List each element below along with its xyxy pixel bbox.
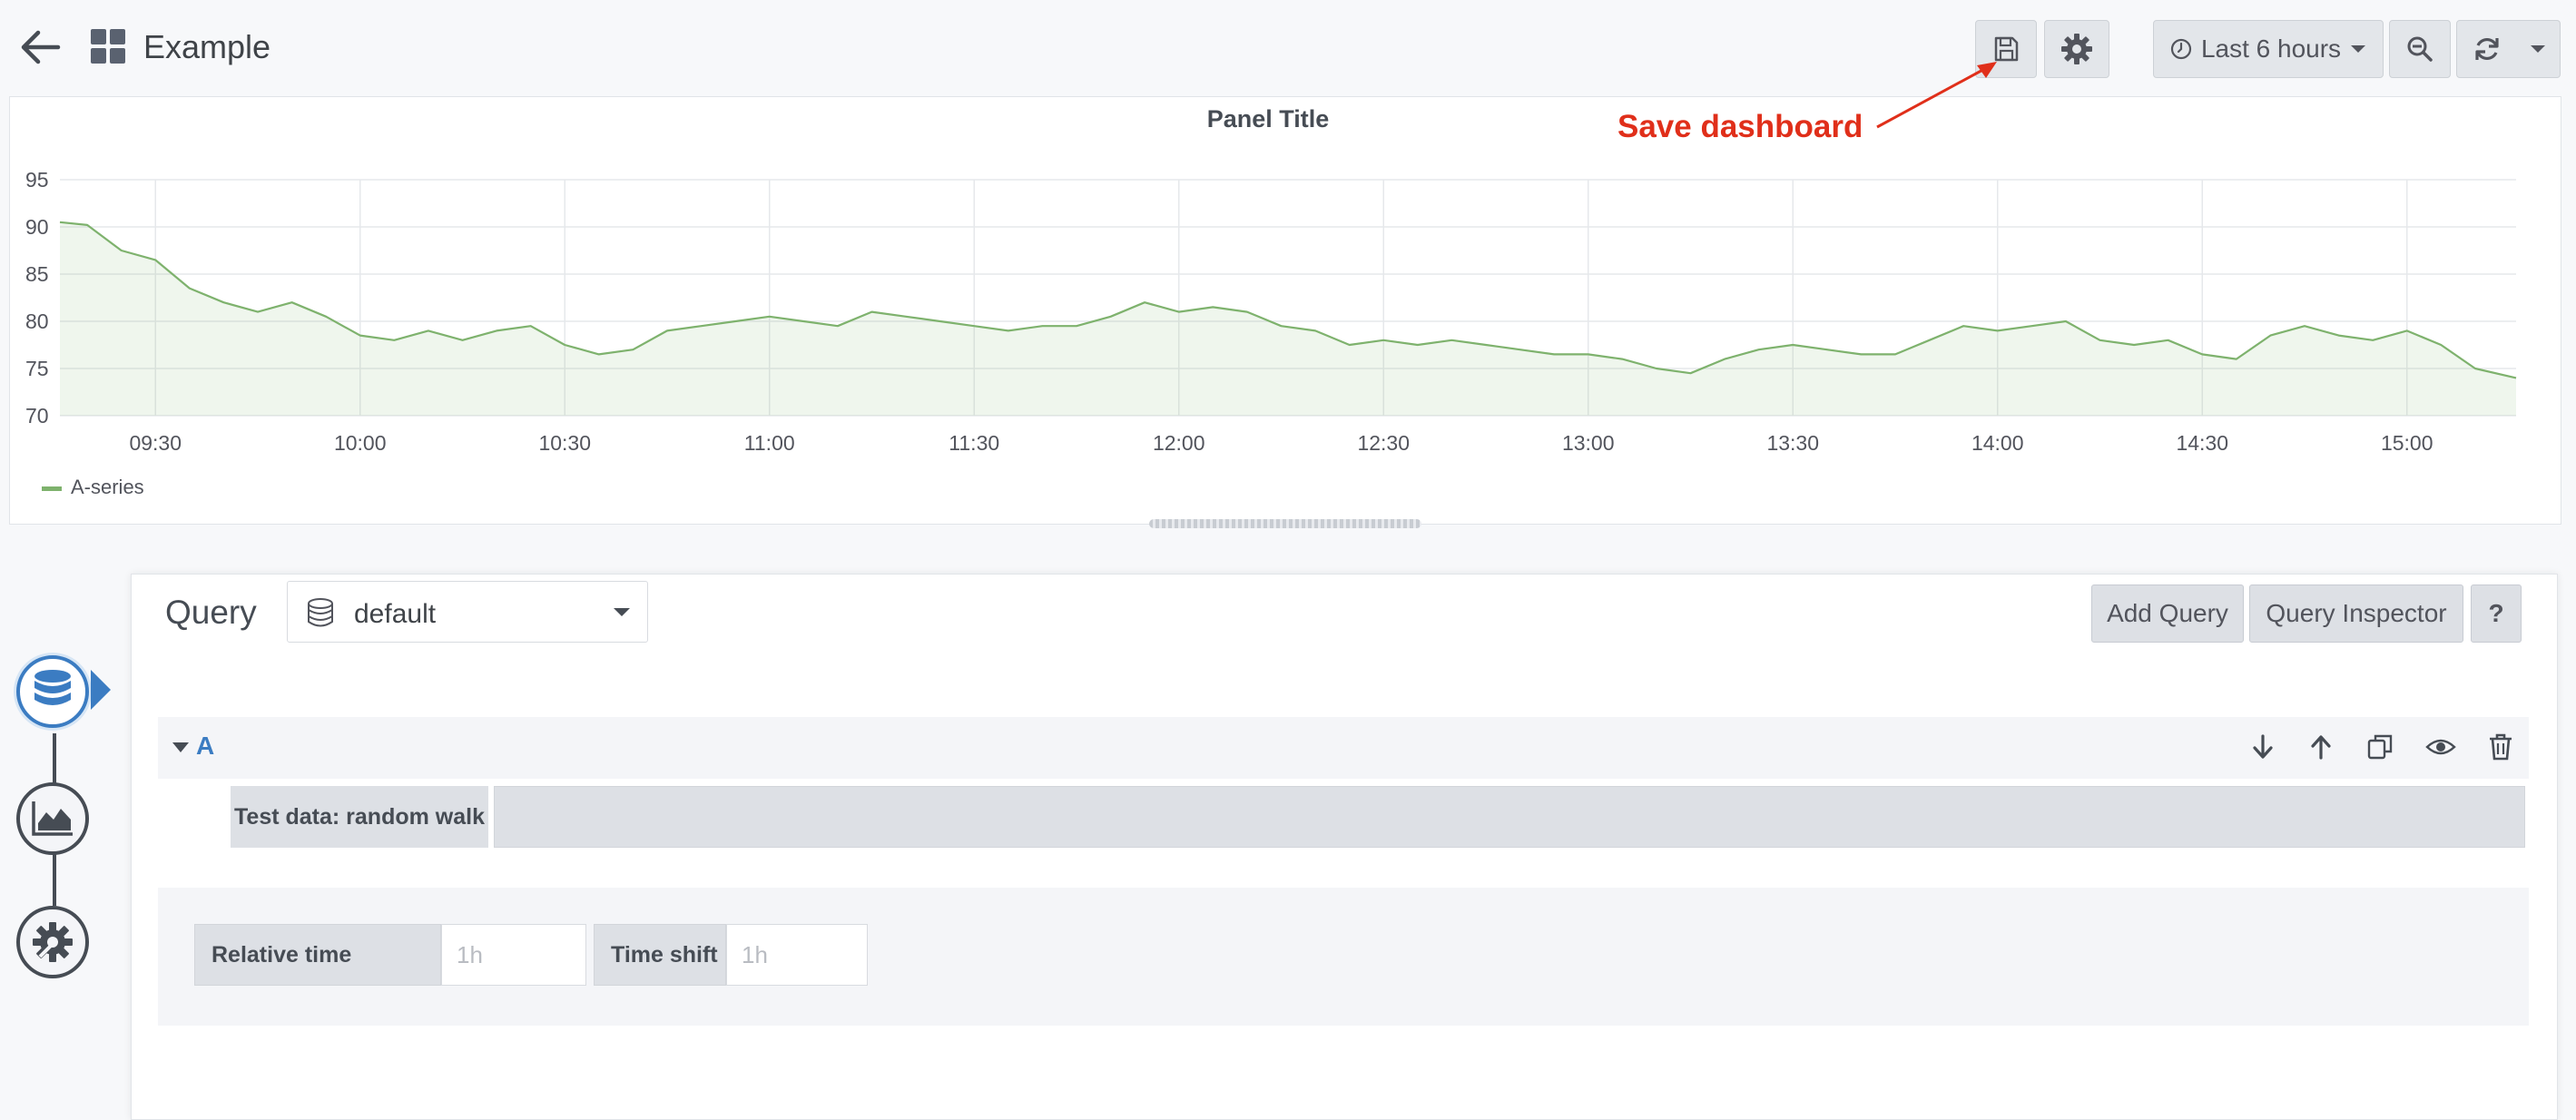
time-shift-label: Time shift [594,924,726,986]
arrow-left-icon[interactable] [18,27,64,67]
refresh-interval-dropdown[interactable] [2516,20,2561,78]
database-icon [34,670,71,705]
gear-icon [2061,34,2092,64]
database-icon [308,598,333,627]
caret-down-icon [614,608,630,616]
x-tick-label: 12:30 [1357,431,1410,454]
time-range-label: Last 6 hours [2200,34,2342,63]
cogs-icon [33,922,73,962]
arrow-up-icon[interactable] [2306,732,2336,762]
clock-icon [2170,38,2192,60]
x-tick-label: 11:00 [744,431,795,454]
query-ref-id[interactable]: A [196,732,214,761]
arrow-down-icon[interactable] [2247,732,2278,762]
panel-resize-handle[interactable] [1149,519,1421,528]
legend-swatch [42,486,62,491]
zoom-out-icon [2407,36,2433,62]
caret-down-icon [2531,45,2545,53]
legend-series-label[interactable]: A-series [71,476,144,499]
wizard-step-visualization[interactable] [16,782,89,855]
eye-icon[interactable] [2425,732,2456,762]
y-tick-label: 75 [25,357,49,380]
time-picker-button[interactable]: Last 6 hours [2153,20,2384,78]
x-tick-label: 10:30 [538,431,591,454]
active-step-pointer [91,670,111,710]
x-tick-label: 13:00 [1562,431,1615,454]
x-tick-label: 12:00 [1153,431,1205,454]
y-tick-label: 70 [25,404,49,427]
time-shift-input[interactable]: 1h [726,924,868,986]
save-dashboard-annotation: Save dashboard [1617,109,1863,144]
dashboard-settings-button[interactable] [2044,20,2109,78]
refresh-icon [2475,37,2499,61]
refresh-button[interactable] [2456,20,2518,78]
relative-time-label: Relative time [194,924,441,986]
time-series-chart[interactable]: 70 75 80 85 90 95 09:30 10:00 10:30 11:00 11:30 12:… [0,145,2576,454]
scenario-label: Test data: random walk [231,786,488,848]
x-tick-label: 09:30 [129,431,182,454]
y-tick-label: 80 [25,309,49,333]
dashboard-title[interactable]: Example [143,27,270,67]
add-query-button[interactable]: Add Query [2091,585,2244,643]
dashboard-grid-icon [91,29,125,64]
y-tick-label: 90 [25,215,49,239]
caret-down-icon [2351,45,2366,53]
query-section-title: Query [165,594,257,631]
scenario-select[interactable] [494,786,2525,848]
relative-time-input[interactable]: 1h [441,924,586,986]
zoom-out-button[interactable] [2389,20,2451,78]
panel-title[interactable]: Panel Title [0,105,2536,133]
wizard-step-general[interactable] [16,906,89,978]
y-tick-label: 85 [25,262,49,286]
query-row-header [158,717,2529,779]
datasource-value: default [354,599,437,629]
duplicate-icon[interactable] [2365,732,2396,762]
query-inspector-button[interactable]: Query Inspector [2249,585,2463,643]
series-area-fill [60,221,2516,416]
chart-icon [32,801,73,836]
datasource-select[interactable] [287,581,648,643]
annotation-arrow [1876,62,1997,129]
x-tick-label: 13:30 [1766,431,1819,454]
y-tick-label: 95 [25,168,49,192]
x-tick-label: 15:00 [2381,431,2433,454]
x-tick-label: 14:30 [2176,431,2228,454]
x-tick-label: 11:30 [949,431,999,454]
help-button[interactable]: ? [2471,585,2522,643]
x-tick-label: 10:00 [334,431,387,454]
wizard-step-queries[interactable] [16,655,89,728]
collapse-caret-icon[interactable] [172,742,189,752]
x-tick-label: 14:00 [1971,431,2024,454]
trash-icon[interactable] [2485,732,2516,762]
